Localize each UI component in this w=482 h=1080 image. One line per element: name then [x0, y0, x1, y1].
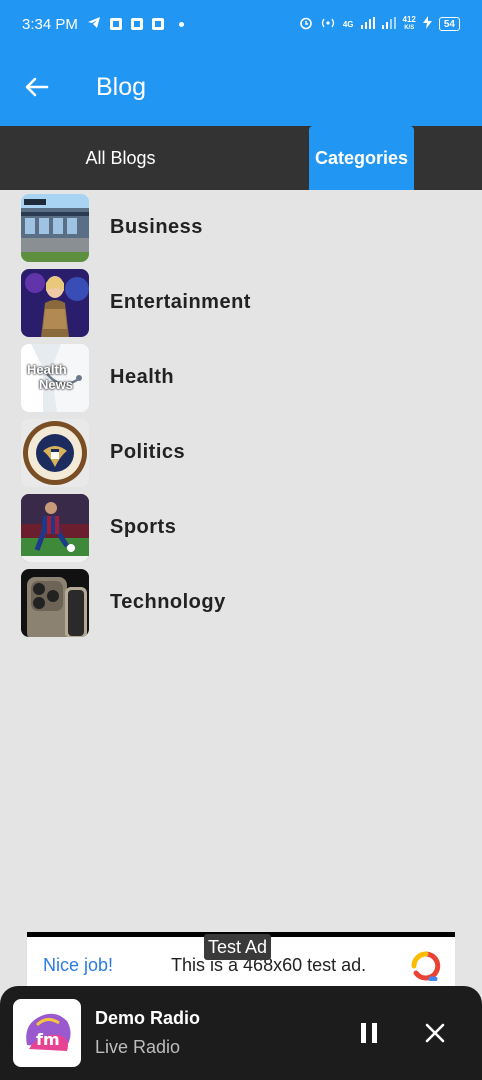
category-label: Sports	[110, 516, 177, 538]
facebook-icon	[151, 18, 164, 30]
more-notifications-icon	[178, 21, 184, 27]
alarm-icon	[299, 16, 313, 33]
tab-active-indicator: Categories	[309, 126, 414, 190]
category-item-politics[interactable]: Politics	[0, 415, 482, 490]
ad-choices-icon[interactable]	[411, 951, 441, 981]
tab-categories-label: Categories	[314, 147, 409, 168]
category-label: Business	[110, 216, 203, 238]
network-speed: 412 K/S	[402, 15, 416, 32]
back-button[interactable]	[0, 48, 74, 126]
test-ad-badge: Test Ad	[204, 934, 272, 960]
close-button[interactable]	[422, 1020, 448, 1046]
signal-icon	[381, 16, 396, 32]
status-bar: 3:34 PM 4G 412 K/S 54	[0, 0, 482, 48]
category-label: Health	[110, 366, 175, 388]
category-item-business[interactable]: Business	[0, 190, 482, 265]
category-label: Entertainment	[110, 291, 251, 313]
player-info: Demo Radio Live Radio	[95, 1008, 200, 1058]
category-label: Politics	[110, 441, 186, 463]
facebook-icon	[109, 18, 122, 30]
page-title: Blog	[96, 72, 147, 101]
category-list: Business Entertainment Health News Healt…	[0, 190, 482, 640]
category-item-entertainment[interactable]: Entertainment	[0, 265, 482, 340]
entertainment-thumbnail	[21, 268, 89, 337]
player-title: Demo Radio	[95, 1008, 201, 1028]
business-thumbnail	[21, 193, 89, 262]
player-subtitle: Live Radio	[95, 1037, 181, 1057]
player-controls	[356, 1020, 448, 1046]
radio-logo-icon: fm	[13, 999, 81, 1067]
category-label: Technology	[110, 591, 226, 613]
health-thumbnail: Health News	[21, 343, 89, 412]
signal-icon	[360, 16, 375, 32]
ad-nice-text: Nice job!	[43, 955, 114, 975]
tab-bar: All Blogs Categories	[0, 126, 482, 190]
charging-icon	[422, 16, 432, 32]
sports-thumbnail	[21, 493, 89, 562]
app-bar: Blog	[0, 48, 482, 126]
category-item-sports[interactable]: Sports	[0, 490, 482, 565]
network-type: 4G	[342, 19, 354, 29]
tab-all-blogs-label: All Blogs	[85, 147, 156, 168]
telegram-icon	[87, 16, 101, 33]
health-thumbnail-text: Health News	[27, 361, 73, 392]
facebook-icon	[130, 18, 143, 30]
battery-level: 54	[443, 18, 455, 30]
battery-icon: 54	[438, 17, 460, 31]
tab-categories[interactable]: Categories	[241, 126, 482, 190]
back-arrow-icon	[25, 77, 49, 97]
category-item-health[interactable]: Health News Health	[0, 340, 482, 415]
category-item-technology[interactable]: Technology	[0, 565, 482, 640]
politics-thumbnail	[21, 418, 89, 487]
close-icon	[425, 1023, 445, 1043]
technology-thumbnail	[21, 568, 89, 637]
pause-icon	[361, 1023, 377, 1043]
pause-button[interactable]	[356, 1020, 382, 1046]
radio-logo-text: fm	[36, 1030, 60, 1049]
tab-all-blogs[interactable]: All Blogs	[0, 126, 241, 190]
status-time: 3:34 PM	[22, 15, 78, 33]
radio-player-bar[interactable]: fm Demo Radio Live Radio	[0, 986, 482, 1080]
hotspot-icon	[320, 17, 336, 32]
